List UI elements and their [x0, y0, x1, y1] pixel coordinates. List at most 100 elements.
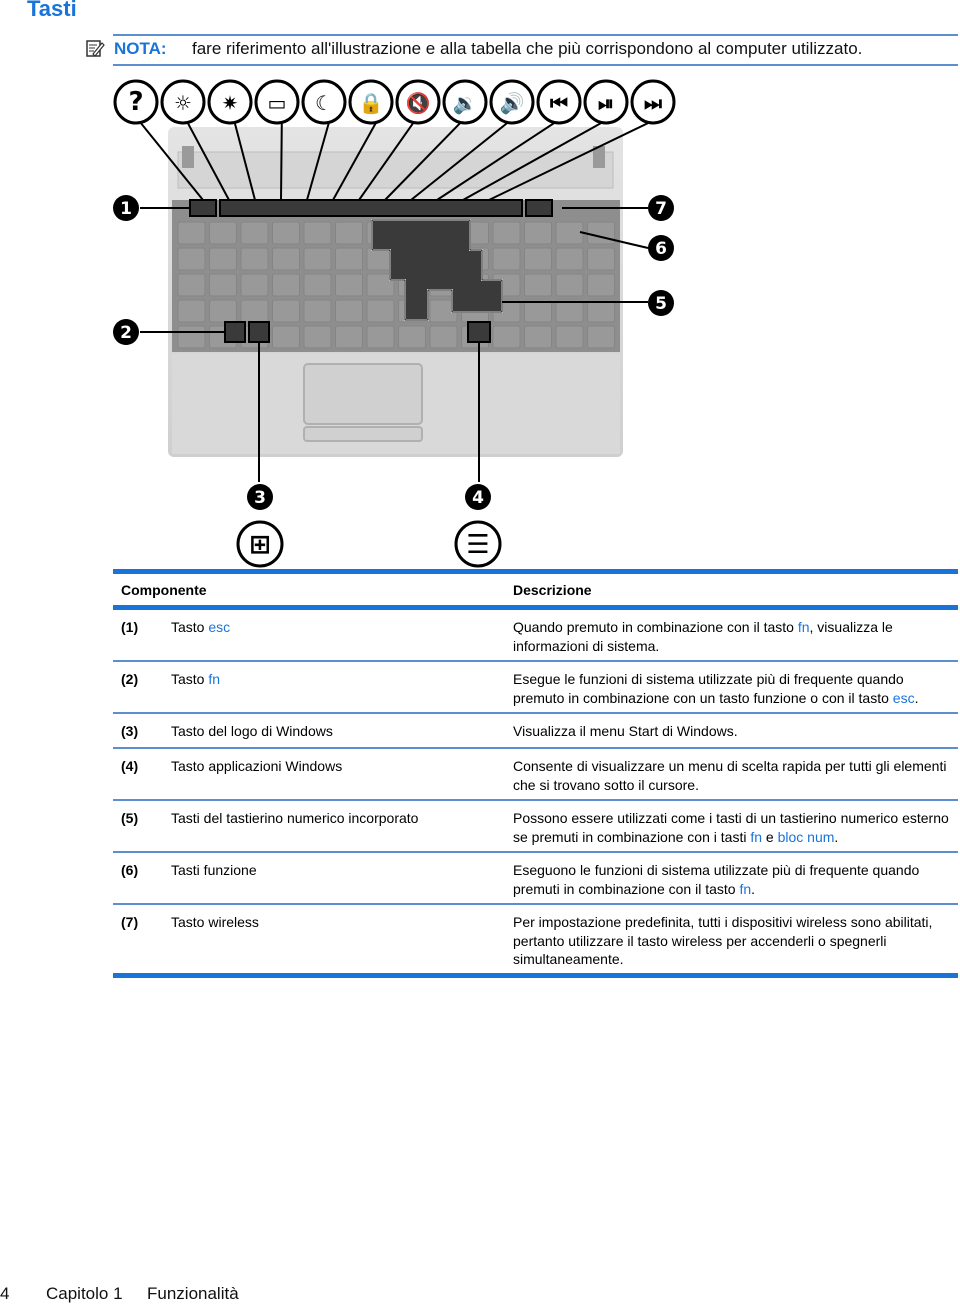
key: [524, 325, 552, 349]
row-number: (6): [121, 862, 139, 878]
description-text: Possono essere utilizzati come i tasti d…: [513, 810, 949, 845]
play-pause-icon: ⏯: [583, 79, 629, 125]
key: [429, 325, 458, 349]
callout-3: 3: [247, 484, 273, 510]
wireless-key-highlight: [525, 199, 553, 217]
row-number: (1): [121, 619, 139, 635]
key: [335, 299, 363, 323]
component-text: Tasto wireless: [171, 914, 259, 930]
key: [177, 247, 206, 271]
brightness-down-icon: ☼: [160, 79, 206, 125]
key: [209, 273, 237, 297]
key: [303, 273, 332, 297]
table-row: (6) Tasti funzione Eseguono le funzioni di…: [113, 853, 958, 903]
svg-text:⏮: ⏮: [550, 91, 568, 115]
next-track-icon: ⏭: [630, 79, 676, 125]
key: [587, 247, 615, 271]
key: [492, 325, 521, 349]
svg-text:🔒: 🔒: [359, 91, 384, 115]
description-text: Per impostazione predefinita, tutti i di…: [513, 914, 933, 967]
key: [335, 325, 363, 349]
applications-key-highlight: [467, 321, 491, 343]
help-icon: ?: [113, 79, 159, 125]
row-number: (2): [121, 671, 139, 687]
key-name: fn: [797, 619, 810, 635]
key: [524, 273, 552, 297]
key: [366, 325, 395, 349]
keyboard-illustration: ? ☼ ✷ ▭ ☾ 🔒 🔇 🔉 🔊 ⏮ ⏯ ⏭ 1 2 3 4 5 6 7 ⊞ ☰: [113, 79, 676, 568]
previous-track-icon: ⏮: [536, 79, 582, 125]
callout-2: 2: [113, 319, 139, 345]
row-component: Tasto wireless: [171, 913, 259, 932]
key: [272, 273, 300, 297]
svg-text:⏭: ⏭: [644, 91, 662, 115]
windows-key-highlight: [248, 321, 270, 343]
key: [272, 325, 300, 349]
volume-up-icon: 🔊: [489, 79, 535, 125]
svg-text:🔉: 🔉: [453, 91, 478, 115]
row-number: (4): [121, 758, 139, 774]
key: [492, 221, 521, 245]
mute-icon: 🔇: [395, 79, 441, 125]
description-text: Quando premuto in combinazione con il ta…: [513, 619, 798, 635]
row-component: Tasti del tastierino numerico incorporat…: [171, 809, 418, 828]
svg-text:☾: ☾: [315, 91, 333, 115]
volume-down-icon: 🔉: [442, 79, 488, 125]
sleep-icon: ☾: [301, 79, 347, 125]
description-text: Visualizza il menu Start di Windows.: [513, 723, 738, 739]
key: [398, 325, 426, 349]
note-text: fare riferimento all'illustrazione e all…: [192, 39, 863, 58]
note-icon: [86, 40, 105, 57]
key: [555, 273, 584, 297]
lock-icon: 🔒: [348, 79, 394, 125]
key: [555, 247, 584, 271]
note-label: NOTA:: [114, 39, 167, 58]
component-text: Tasto del logo di Windows: [171, 723, 333, 739]
key: [587, 325, 615, 349]
svg-text:⊞: ⊞: [249, 530, 271, 560]
key: [335, 247, 363, 271]
row-description: Esegue le funzioni di sistema utilizzate…: [513, 670, 958, 707]
key: [303, 325, 332, 349]
key: [587, 221, 615, 245]
svg-text:2: 2: [120, 323, 132, 343]
page-number: 4: [0, 1284, 10, 1303]
key: [240, 299, 269, 323]
display-switch-icon: ▭: [254, 79, 300, 125]
key: [272, 247, 300, 271]
key: [303, 247, 332, 271]
svg-text:?: ?: [128, 87, 143, 117]
key: [524, 299, 552, 323]
svg-text:✷: ✷: [222, 91, 239, 115]
description-text: Consente di visualizzare un menu di scel…: [513, 758, 947, 793]
description-text: e: [762, 828, 778, 845]
key-name: bloc num: [777, 828, 835, 845]
description-text: Esegue le funzioni di sistema utilizzate…: [513, 671, 904, 706]
windows-logo-icon: ⊞: [236, 520, 284, 568]
svg-text:7: 7: [655, 199, 667, 219]
row-component: Tasti funzione: [171, 861, 257, 880]
component-text: Tasto: [171, 671, 209, 687]
table-row: (1) Tasto esc Quando premuto in combinazio…: [113, 610, 958, 660]
section-label: Funzionalità: [147, 1284, 239, 1303]
row-component: Tasto fn: [171, 670, 220, 689]
key: [524, 247, 552, 271]
key: [492, 247, 521, 271]
touchpad: [303, 363, 423, 425]
key-name: esc: [892, 689, 915, 706]
components-table: Componente Descrizione (1) Tasto esc Quand…: [113, 569, 958, 978]
row-description: Eseguono le funzioni di sistema utilizza…: [513, 861, 958, 898]
leader-line: [280, 122, 283, 201]
component-text: Tasto applicazioni Windows: [171, 758, 343, 774]
key: [177, 299, 206, 323]
svg-text:4: 4: [472, 488, 484, 508]
key: [177, 325, 206, 349]
callout-6: 6: [648, 235, 674, 261]
key: [209, 247, 237, 271]
brightness-up-icon: ✷: [207, 79, 253, 125]
note-box: NOTA: fare riferimento all'illustrazione…: [113, 34, 958, 66]
description-text: Eseguono le funzioni di sistema utilizza…: [513, 862, 920, 897]
svg-text:1: 1: [120, 199, 132, 219]
function-keys-highlight: [219, 199, 523, 217]
svg-text:☼: ☼: [174, 91, 192, 115]
